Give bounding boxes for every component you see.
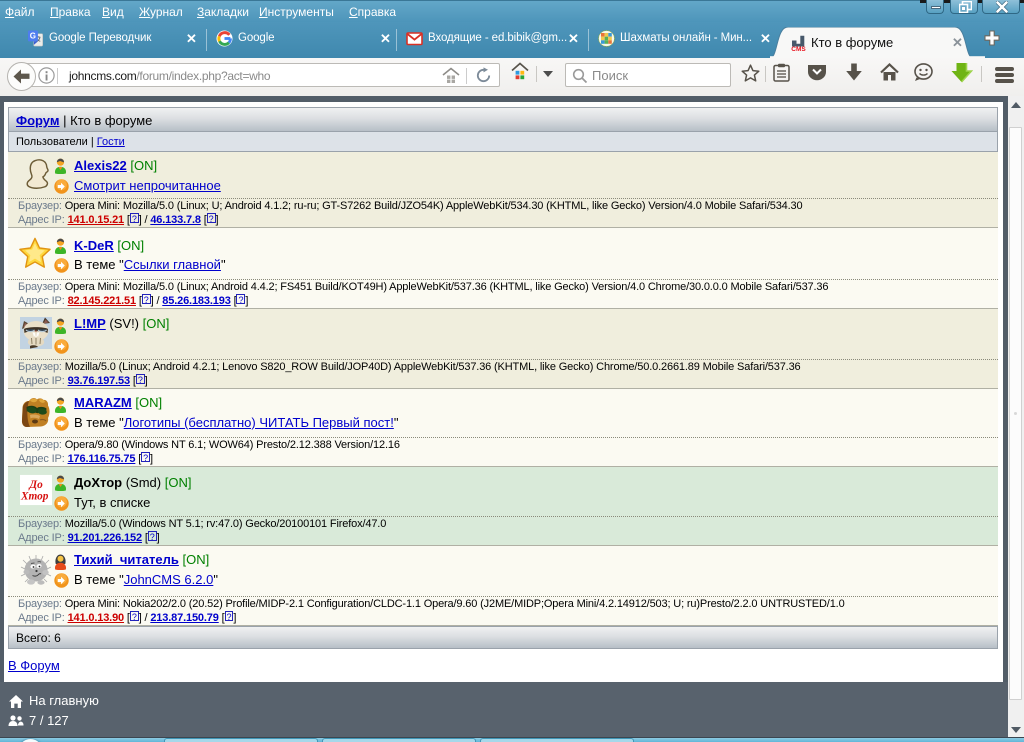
svg-text:CMS: CMS (791, 46, 806, 51)
svg-text:G: G (30, 32, 36, 41)
svg-text:Хтор: Хтор (20, 490, 49, 502)
svg-text:До: До (28, 479, 43, 491)
